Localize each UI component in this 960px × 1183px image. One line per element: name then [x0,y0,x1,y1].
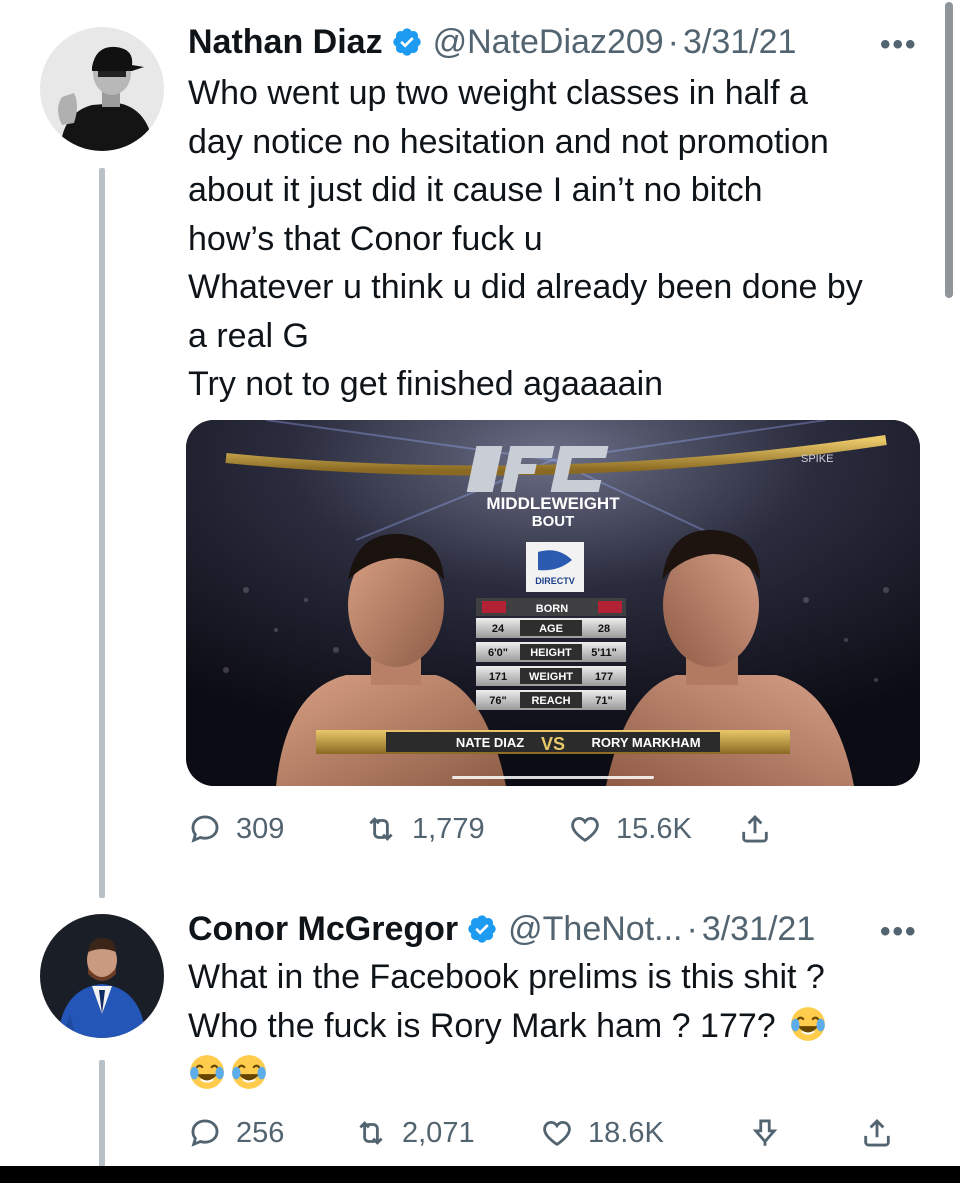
like-count: 15.6K [616,812,692,845]
tweet-text-line: Who went up two weight classes in half a [188,74,808,112]
author-name[interactable]: Conor McGregor [188,910,458,949]
tip-jar-icon [752,1119,778,1146]
stat-right: 177 [595,671,613,683]
tweet-text-line: day notice no hesitation and not promoti… [188,122,829,161]
fighter-right-name: RORY MARKHAM [591,735,700,750]
stat-label: REACH [531,695,570,707]
verified-badge-icon [468,915,496,943]
stat-label: HEIGHT [530,647,572,659]
separator-dot: · [686,909,698,948]
tweet-text-line-with-emoji: Who the fuck is Rory Mark ham ? 177? [188,1002,827,1051]
author-handle[interactable]: @TheNot... [508,910,682,949]
retweet-icon [359,1121,383,1145]
avatar-conor-mcgregor[interactable] [40,914,164,1038]
retweet-button[interactable]: 2,071 [354,1116,475,1150]
tweet-text-line: Whatever u think u did already been done… [188,268,863,306]
stat-right: 71" [595,695,612,707]
like-button[interactable]: 15.6K [568,812,692,846]
stat-right: 5'11" [591,647,617,659]
sponsor-logo: DIRECTV [535,576,575,586]
retweet-count: 2,071 [402,1116,475,1149]
heart-icon [543,1120,571,1146]
tweet-text-line: about it just did it cause I ain’t no bi… [188,171,763,209]
reply-count: 256 [236,1116,285,1149]
tweet-text-line: Try not to get finished agaaaain [188,365,664,403]
stats-header: BORN [536,603,568,615]
stat-left: 24 [492,623,505,635]
stat-right: 28 [598,623,610,635]
reply-count: 309 [236,812,285,845]
thread-line-bottom [99,1060,105,1170]
tweet-2-header: Conor McGregor @TheNot... · 3/31/21 [188,907,815,951]
tweet-date[interactable]: 3/31/21 [702,910,815,949]
tweet-media-video[interactable]: MIDDLEWEIGHT BOUT SPIKE DIRECTV BORN 24 A… [186,420,920,786]
tweet-1-text: Who went up two weight classes in half a… [188,69,863,409]
retweet-button[interactable]: 1,779 [364,812,485,846]
author-name[interactable]: Nathan Diaz [188,23,383,62]
tears-of-joy-emoji-icon [791,1006,826,1041]
tweet-1-actions: 309 1,779 15.6K [188,812,908,852]
stat-left: 171 [489,671,507,683]
tweet-text-line: What in the Facebook prelims is this shi… [188,958,825,996]
heart-icon [571,816,599,842]
tears-of-joy-emoji-icon [190,1055,224,1089]
avatar-nathan-diaz[interactable] [40,27,164,151]
share-icon [742,814,768,843]
tweet-emoji-line [184,1050,827,1099]
tweet-text-line: how’s that Conor fuck u [188,219,543,258]
share-icon [864,1118,890,1147]
network-logo: SPIKE [801,453,833,465]
tweet-2-actions: 256 2,071 18.6K [188,1116,908,1156]
scrollbar[interactable] [945,2,953,298]
thread-line-top [99,168,105,898]
share-button[interactable] [860,1116,894,1150]
verified-badge-icon [392,28,421,56]
reply-button[interactable]: 309 [188,812,284,846]
like-button[interactable]: 18.6K [540,1116,664,1150]
bottom-edge-bar [0,1166,960,1183]
reply-button[interactable]: 256 [188,1116,284,1150]
tip-button[interactable] [748,1116,782,1150]
fighter-left-name: NATE DIAZ [456,735,524,750]
tweet-text-line: a real G [188,316,309,355]
tweet-2-text: What in the Facebook prelims is this shi… [188,953,827,1099]
like-count: 18.6K [588,1116,664,1149]
tweet-1-header: Nathan Diaz @NateDiaz209 · 3/31/21 [188,20,796,64]
video-progress-bar[interactable] [452,776,654,779]
more-options-icon[interactable]: ••• [880,915,918,949]
author-handle[interactable]: @NateDiaz209 [433,23,664,62]
stat-label: WEIGHT [529,671,573,683]
reply-icon [191,815,219,843]
tears-of-joy-emoji-icon [232,1055,266,1089]
tweet-text-line: Who the fuck is Rory Mark ham ? 177? [188,1006,776,1045]
media-title-line2: BOUT [532,513,575,530]
retweet-icon [369,817,393,841]
retweet-count: 1,779 [412,812,485,845]
media-title-line1: MIDDLEWEIGHT [486,494,620,513]
share-button[interactable] [738,812,772,846]
more-options-icon[interactable]: ••• [880,28,918,62]
separator-dot: · [667,22,679,61]
stat-left: 6'0" [488,647,508,659]
reply-icon [191,1119,219,1147]
stat-left: 76" [489,695,506,707]
versus-label: VS [541,734,565,754]
stat-label: AGE [539,623,563,635]
tweet-date[interactable]: 3/31/21 [683,23,796,62]
